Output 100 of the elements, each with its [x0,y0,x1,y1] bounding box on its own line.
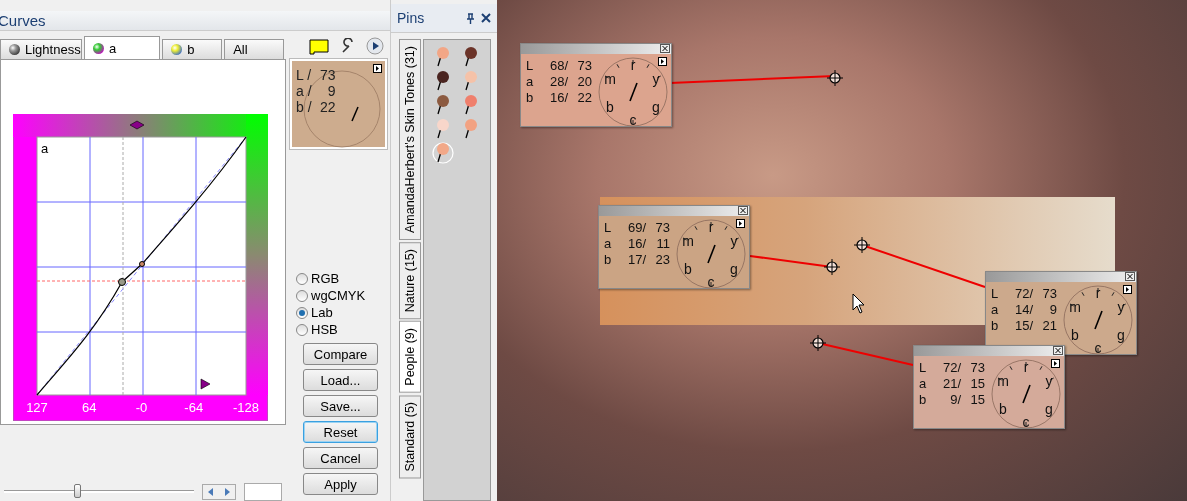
radio-button[interactable] [296,272,308,285]
after-value: 21 [1041,318,1057,334]
radio-button[interactable] [296,306,308,319]
curve-graph[interactable]: a 127 64 -0 -64 -128 [13,114,268,421]
dial-label: c [1022,414,1030,430]
channel-label: b [526,90,535,106]
dialog-button[interactable]: Reset [303,421,378,443]
close-icon[interactable] [481,13,491,23]
channel-label: a [604,236,613,252]
readout-window[interactable]: L 72/ 73 a 21/ 15 b 9/ 15 r m y b g c [913,345,1065,429]
dialog-button[interactable]: Save... [303,395,378,417]
dial-label: r [708,219,714,235]
channel-label: b [919,392,928,408]
before-value: 9/ [949,392,961,408]
readout-value: 73 [319,67,336,83]
channel-label: b [604,252,613,268]
dial-label: c [1094,340,1102,356]
dial-label: c [629,112,637,128]
input-field[interactable] [244,483,282,501]
after-value: 22 [576,90,592,106]
wrench-icon[interactable] [340,38,356,54]
after-value: 73 [969,360,985,376]
dial-label: g [730,261,738,277]
pin-set-tab[interactable]: AmandaHerbert's Skin Tones (31) [399,39,421,240]
pin-set-tab[interactable]: Nature (15) [399,242,421,320]
before-value: 72/ [1013,286,1033,302]
dial-label: r [1023,359,1029,375]
color-mode-option[interactable]: HSB [296,322,390,337]
menu-icon[interactable] [1123,285,1132,294]
dial-label: b [999,401,1007,417]
dial-icon [991,359,1061,429]
pin-set-tab[interactable]: People (9) [399,321,421,393]
channel-ball-icon [171,44,183,55]
radio-label: Lab [311,305,333,320]
after-value: 15 [969,376,985,392]
curve-point[interactable] [118,278,126,286]
before-value: 15/ [1013,318,1033,334]
cursor-icon [852,293,865,314]
after-value: 73 [1041,286,1057,302]
menu-icon[interactable] [658,57,667,66]
dialog-button[interactable]: Apply [303,473,378,495]
after-value: 23 [654,252,670,268]
channel-tab[interactable]: b [162,39,223,59]
dialog-button[interactable]: Load... [303,369,378,391]
radio-button[interactable] [296,289,308,302]
readout-value: 22 [319,99,336,115]
channel-label: a [991,302,1000,318]
before-value: 14/ [1013,302,1033,318]
flag-icon[interactable] [308,37,330,55]
play-icon[interactable] [366,37,384,55]
channel-label: L [526,58,535,74]
channel-label: L [919,360,928,376]
sample-point-icon[interactable] [823,258,841,276]
channel-label: a [41,141,49,156]
readout-label: b / [296,99,312,115]
channel-ball-icon [9,44,20,55]
slider-handle-icon[interactable] [129,120,145,130]
color-mode-option[interactable]: wgCMYK [296,288,390,303]
sample-point-icon[interactable] [809,334,827,352]
channel-tab[interactable]: All [224,39,284,59]
readout-window[interactable]: L 68/ 73 a 28/ 20 b 16/ 22 r m y b g c [520,43,672,127]
radio-button[interactable] [296,323,308,336]
channel-tab[interactable]: a [84,36,161,59]
axis-label: 64 [82,400,97,415]
after-value: 20 [576,74,592,90]
curve-point[interactable] [139,261,145,267]
dial-label: b [606,99,614,115]
dialog-button[interactable]: Cancel [303,447,378,469]
color-mode-option[interactable]: RGB [296,271,390,286]
menu-icon[interactable] [736,219,745,228]
menu-icon[interactable] [1051,359,1060,368]
channel-label: L [991,286,1000,302]
readout-window[interactable]: L 72/ 73 a 14/ 9 b 15/ 21 r m y b g c [985,271,1137,355]
close-icon[interactable] [1125,272,1135,281]
before-value: 16/ [626,236,646,252]
after-value: 73 [576,58,592,74]
channel-tab[interactable]: Lightness [0,39,82,59]
dial-label: m [604,71,616,87]
dialog-button[interactable]: Compare [303,343,378,365]
close-icon[interactable] [660,44,670,53]
pin-set-tab[interactable]: Standard (5) [399,394,421,479]
readout-window[interactable]: L 69/ 73 a 16/ 11 b 17/ 23 r m y b g c [598,205,750,289]
after-value: 11 [655,236,670,252]
needle-icon [351,106,359,122]
menu-icon[interactable] [373,64,382,73]
close-icon[interactable] [738,206,748,215]
axis-label: -64 [184,400,204,415]
after-value: 9 [1048,302,1057,318]
pin-swatch-icon[interactable] [432,142,454,164]
dial-label: g [1045,401,1053,417]
color-mode-option[interactable]: Lab [296,305,390,320]
sample-point-icon[interactable] [826,69,844,87]
close-icon[interactable] [1053,346,1063,355]
pushpin-icon[interactable] [466,12,475,24]
slider-handle-icon[interactable] [200,378,211,390]
slider-thumb[interactable] [74,484,82,498]
dial-icon [303,70,381,148]
sample-point-icon[interactable] [853,236,871,254]
channel-ball-icon [93,42,104,54]
dial-label: b [684,261,692,277]
